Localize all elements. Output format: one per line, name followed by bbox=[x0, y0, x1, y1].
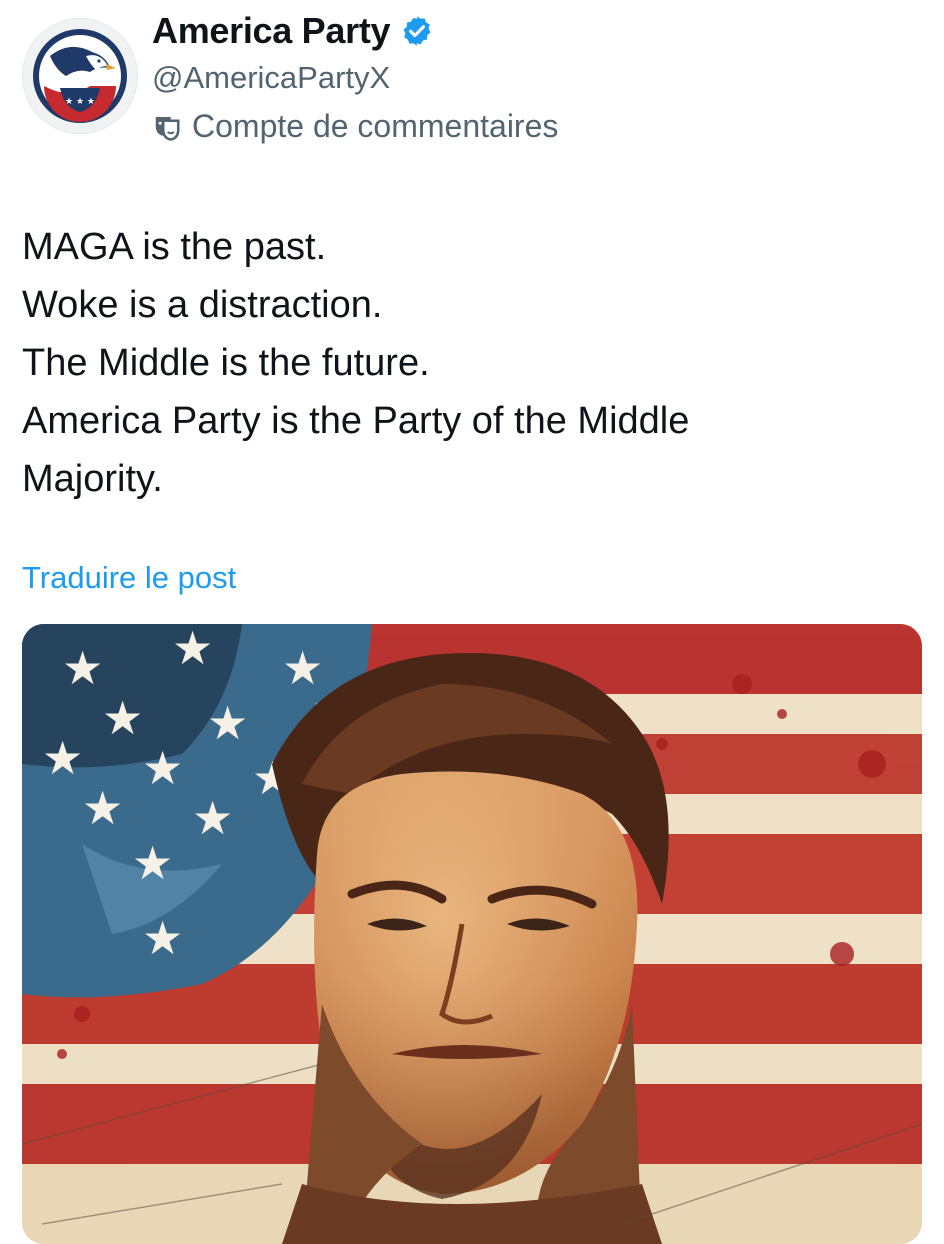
svg-text:★: ★ bbox=[142, 911, 183, 965]
post-text: MAGA is the past. Woke is a distraction.… bbox=[22, 218, 902, 508]
post-text-line: America Party is the Party of the Middle bbox=[22, 400, 690, 442]
svg-text:★: ★ bbox=[192, 791, 233, 845]
post-text-line: Woke is a distraction. bbox=[22, 284, 383, 326]
post-text-line: MAGA is the past. bbox=[22, 226, 327, 268]
account-affiliation[interactable]: Compte de commentaires bbox=[152, 108, 558, 145]
author-handle[interactable]: @AmericaPartyX bbox=[152, 60, 390, 96]
svg-text:★: ★ bbox=[82, 781, 123, 835]
author-avatar[interactable]: ★ ★ ★ bbox=[22, 18, 138, 134]
affiliation-label: Compte de commentaires bbox=[192, 108, 559, 144]
svg-text:★: ★ bbox=[102, 691, 143, 745]
eagle-logo-icon: ★ ★ ★ bbox=[33, 29, 127, 123]
svg-text:★: ★ bbox=[172, 624, 213, 675]
svg-text:★: ★ bbox=[62, 641, 103, 695]
svg-text:★: ★ bbox=[207, 696, 248, 750]
post-text-line: Majority. bbox=[22, 458, 163, 500]
svg-text:★: ★ bbox=[142, 741, 183, 795]
verified-badge-icon bbox=[400, 14, 434, 48]
theater-masks-icon bbox=[152, 112, 182, 142]
svg-text:★ ★ ★: ★ ★ ★ bbox=[65, 97, 95, 107]
post-media-image[interactable]: ★★★ ★★★ ★★★ ★★ ★★ bbox=[22, 624, 922, 1244]
author-display-name[interactable]: America Party bbox=[152, 10, 391, 52]
svg-text:★: ★ bbox=[132, 836, 173, 890]
svg-text:★: ★ bbox=[42, 731, 83, 785]
translate-post-link[interactable]: Traduire le post bbox=[22, 560, 236, 596]
post-text-line: The Middle is the future. bbox=[22, 342, 430, 384]
